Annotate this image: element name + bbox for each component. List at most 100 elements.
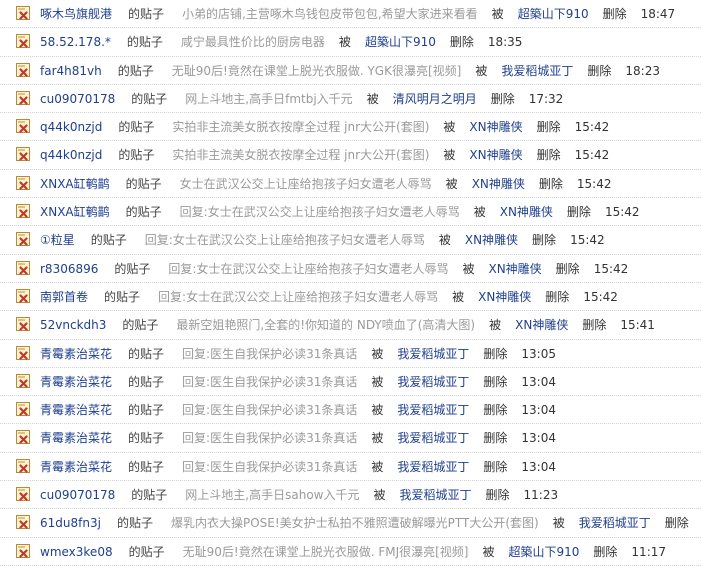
post-author-link[interactable]: XNXA缸鹌鹋 <box>40 176 110 192</box>
operator-link[interactable]: 我爱稻城亚丁 <box>397 402 469 418</box>
by-word-label: 被 <box>338 35 351 50</box>
by-word-label: 被 <box>366 91 379 106</box>
post-author-link[interactable]: wmex3ke08 <box>40 544 113 560</box>
post-author-link[interactable]: 61du8fn3j <box>40 515 101 531</box>
action-label: 删除 <box>483 431 508 446</box>
post-author-link[interactable]: q44k0nzjd <box>40 147 102 163</box>
post-word-label: 的贴子 <box>122 318 159 333</box>
post-title: 咸宁最具性价比的厨房电器 <box>180 35 325 50</box>
post-title: 最新空姐艳照门,全套的!你知道的 NDY喷血了(高清大图) <box>176 318 476 333</box>
timestamp: 13:05 <box>521 346 556 361</box>
post-author-link[interactable]: 青霉素治菜花 <box>40 374 112 390</box>
post-author-link[interactable]: r8306896 <box>40 261 98 277</box>
post-author-link[interactable]: 青霉素治菜花 <box>40 402 112 418</box>
by-word-label: 被 <box>443 148 456 163</box>
operator-link[interactable]: 我爱稻城亚丁 <box>397 430 469 446</box>
deleted-document-icon <box>16 288 30 303</box>
timestamp: 15:42 <box>574 148 610 163</box>
action-label: 删除 <box>483 459 508 474</box>
deleted-document-icon <box>16 204 30 219</box>
post-title: 回复:女士在武汉公交上让座给抱孩子妇女遭老人辱骂 <box>168 261 449 276</box>
post-word-label: 的贴子 <box>118 120 155 135</box>
timestamp: 13:04 <box>521 403 556 418</box>
deleted-document-icon <box>16 34 30 49</box>
action-label: 删除 <box>664 516 689 531</box>
timestamp: 18:35 <box>487 35 523 50</box>
post-author-link[interactable]: 啄木鸟旗舰港 <box>40 6 112 22</box>
post-author-link[interactable]: cu09070178 <box>40 91 115 107</box>
operator-link[interactable]: XN神雕侠 <box>478 289 531 305</box>
post-title: 实拍非主流美女脱衣按摩全过程 jnr大公开(套图) <box>172 148 430 163</box>
post-author-link[interactable]: 青霉素治菜花 <box>40 430 112 446</box>
post-author-link[interactable]: 58.52.178.* <box>40 34 111 50</box>
post-author-link[interactable]: 青霉素治菜花 <box>40 459 112 475</box>
action-label: 删除 <box>538 176 563 191</box>
action-label: 删除 <box>485 488 510 503</box>
post-author-link[interactable]: XNXA缸鹌鹋 <box>40 204 110 220</box>
post-word-label: 的贴子 <box>128 544 165 559</box>
post-title: 网上斗地主,高手日fmtbj入千元 <box>185 91 353 106</box>
operator-link[interactable]: 我爱稻城亚丁 <box>579 515 651 531</box>
post-author-link[interactable]: cu09070178 <box>40 487 115 503</box>
log-row: 青霉素治菜花 的贴子 回复:医生自我保护必读31条真话被我爱稻城亚丁 删除 13:04 <box>0 368 701 397</box>
log-row: XNXA缸鹌鹋 的贴子 回复:女士在武汉公交上让座给抱孩子妇女遭老人辱骂被 XN神雕侠… <box>0 198 701 227</box>
operator-link[interactable]: XN神雕侠 <box>488 261 541 277</box>
post-author-link[interactable]: 52vnckdh3 <box>40 317 106 333</box>
post-word-label: 的贴子 <box>131 91 168 106</box>
log-row: 啄木鸟旗舰港 的贴子 小弟的店铺,主营啄木鸟钱包皮带包包,希望大家进来看看被超築山下… <box>0 0 701 29</box>
operator-link[interactable]: 我爱稻城亚丁 <box>397 374 469 390</box>
log-row: 52vnckdh3 的贴子 最新空姐艳照门,全套的!你知道的 NDY喷血了(高清大图… <box>0 311 701 340</box>
log-row: 青霉素治菜花 的贴子 回复:医生自我保护必读31条真话被我爱稻城亚丁 删除 13:04 <box>0 453 701 482</box>
deleted-document-icon <box>16 62 30 77</box>
post-author-link[interactable]: 青霉素治菜花 <box>40 346 112 362</box>
operator-link[interactable]: 超築山下910 <box>365 34 436 50</box>
action-label: 删除 <box>483 374 508 389</box>
operator-link[interactable]: 我爱稻城亚丁 <box>400 487 472 503</box>
action-label: 删除 <box>582 318 607 333</box>
by-word-label: 被 <box>473 205 486 220</box>
by-word-label: 被 <box>373 488 386 503</box>
operator-link[interactable]: 我爱稻城亚丁 <box>501 63 573 79</box>
action-label: 删除 <box>555 261 580 276</box>
operator-link[interactable]: XN神雕侠 <box>472 176 525 192</box>
operator-link[interactable]: XN神雕侠 <box>500 204 553 220</box>
post-author-link[interactable]: q44k0nzjd <box>40 119 102 135</box>
operator-link[interactable]: 超築山下910 <box>518 6 589 22</box>
log-row: XNXA缸鹌鹋 的贴子 女士在武汉公交上让座给抱孩子妇女遭老人辱骂被 XN神雕侠 删除 1… <box>0 170 701 199</box>
action-label: 删除 <box>490 91 515 106</box>
by-word-label: 被 <box>491 7 504 21</box>
deleted-document-icon <box>16 6 30 20</box>
operator-link[interactable]: XN神雕侠 <box>515 317 568 333</box>
operator-link[interactable]: XN神雕侠 <box>469 147 522 163</box>
action-label: 删除 <box>587 63 612 78</box>
action-label: 删除 <box>483 346 508 361</box>
post-word-label: 的贴子 <box>118 148 155 163</box>
by-word-label: 被 <box>371 431 384 446</box>
operator-link[interactable]: XN神雕侠 <box>469 119 522 135</box>
post-author-link[interactable]: far4h81vh <box>40 63 102 79</box>
log-row: q44k0nzjd 的贴子 实拍非主流美女脱衣按摩全过程 jnr大公开(套图) 被 XN… <box>0 113 701 142</box>
timestamp: 15:42 <box>576 176 612 191</box>
by-word-label: 被 <box>371 374 384 389</box>
post-author-link[interactable]: 南郭首卷 <box>40 289 88 305</box>
timestamp: 11:17 <box>631 544 667 559</box>
operator-link[interactable]: XN神雕侠 <box>465 232 518 248</box>
operator-link[interactable]: 超築山下910 <box>509 544 580 560</box>
operator-link[interactable]: 我爱稻城亚丁 <box>397 459 469 475</box>
post-author-link[interactable]: ①粒星 <box>40 232 75 248</box>
post-title: 网上斗地主,高手日sahow入千元 <box>185 488 360 503</box>
deleted-document-icon <box>16 345 30 360</box>
by-word-label: 被 <box>443 120 456 135</box>
by-word-label: 被 <box>371 346 384 361</box>
by-word-label: 被 <box>489 318 502 333</box>
operator-link[interactable]: 清风明月之明月 <box>393 91 477 107</box>
action-label: 删除 <box>593 544 618 559</box>
by-word-label: 被 <box>371 459 384 474</box>
deleted-document-icon <box>16 90 30 105</box>
operator-link[interactable]: 我爱稻城亚丁 <box>397 346 469 362</box>
post-title: 回复:医生自我保护必读31条真话 <box>182 374 358 389</box>
post-title: 回复:女士在武汉公交上让座给抱孩子妇女遭老人辱骂 <box>144 233 425 248</box>
post-word-label: 的贴子 <box>128 431 165 446</box>
post-word-label: 的贴子 <box>116 516 153 531</box>
timestamp: 18:23 <box>625 63 660 78</box>
